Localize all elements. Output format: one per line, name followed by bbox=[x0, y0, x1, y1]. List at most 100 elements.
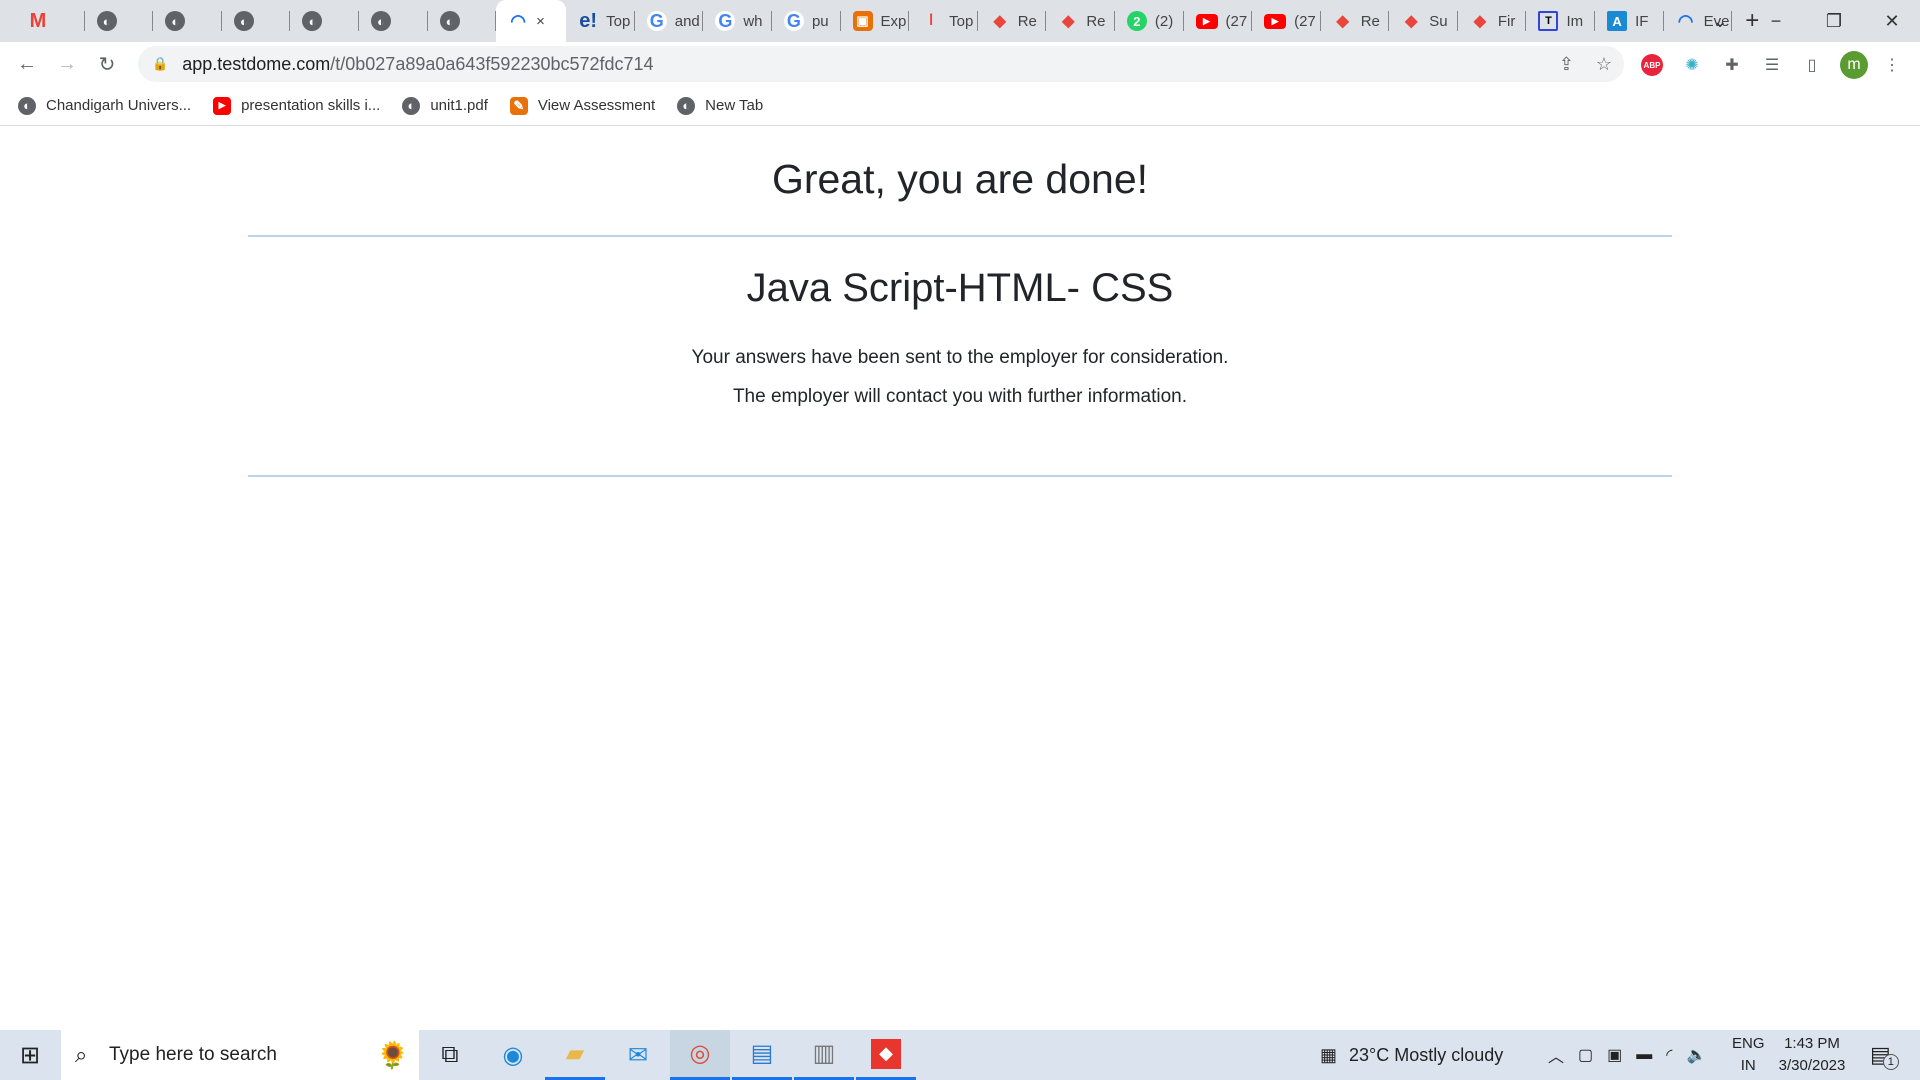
tab-title: (27 bbox=[1225, 12, 1248, 30]
tab[interactable]: Gwh bbox=[703, 0, 772, 42]
profile-avatar[interactable]: m bbox=[1840, 51, 1868, 79]
side-panel-icon[interactable]: ▯ bbox=[1800, 53, 1824, 77]
url-host: app.testdome.com bbox=[182, 53, 331, 74]
divider bbox=[248, 475, 1672, 477]
update-icon[interactable]: ▣ bbox=[1607, 1045, 1622, 1065]
tab[interactable]: T Im bbox=[1526, 0, 1595, 42]
address-bar[interactable]: 🔒 app.testdome.com/t/0b027a89a0a643f5922… bbox=[138, 46, 1624, 82]
chrome-icon[interactable]: ◎ bbox=[670, 1030, 730, 1080]
bookmark-item[interactable]: ▶ presentation skills i... bbox=[213, 96, 380, 115]
battery-icon[interactable]: ▬ bbox=[1636, 1046, 1652, 1064]
bookmark-item[interactable]: ◐ Chandigarh Univers... bbox=[18, 96, 191, 115]
divider bbox=[248, 235, 1672, 237]
tab[interactable]: ◐ bbox=[290, 0, 359, 42]
tab[interactable]: Gpu bbox=[772, 0, 841, 42]
anydesk-icon[interactable]: ◆ bbox=[856, 1030, 916, 1080]
tab[interactable]: M bbox=[16, 0, 85, 42]
tab[interactable]: ◐ bbox=[222, 0, 291, 42]
globe-icon: ◐ bbox=[96, 11, 117, 31]
bookmark-item[interactable]: ◐ unit1.pdf bbox=[402, 96, 488, 115]
google-icon: G bbox=[715, 11, 736, 31]
forward-button[interactable]: → bbox=[47, 53, 87, 76]
tab[interactable]: A IF bbox=[1595, 0, 1664, 42]
tab[interactable]: ◐ bbox=[85, 0, 154, 42]
message-line-2: The employer will contact you with furth… bbox=[732, 386, 1188, 407]
show-hidden-icons[interactable]: ︿ bbox=[1548, 1043, 1564, 1067]
media-control-icon[interactable]: ☰ bbox=[1760, 53, 1784, 77]
time: 1:43 PM bbox=[1784, 1035, 1840, 1052]
tab[interactable]: 2 (2) bbox=[1115, 0, 1184, 42]
minimize-button[interactable]: − bbox=[1748, 0, 1804, 42]
share-icon[interactable]: ⇪ bbox=[1559, 54, 1574, 75]
orange-icon: ▣ bbox=[852, 11, 873, 31]
task-view-icon[interactable]: ⧉ bbox=[420, 1030, 480, 1080]
letter-a-icon: A bbox=[1607, 11, 1628, 31]
tab-title: (2) bbox=[1154, 12, 1174, 30]
region-code: IN bbox=[1740, 1057, 1756, 1074]
edge-icon[interactable]: ◉ bbox=[483, 1030, 543, 1080]
system-tray: ︿ ▢ ▣ ▬ ◜ 🔈 bbox=[1548, 1030, 1706, 1080]
tab-close-button[interactable]: × bbox=[536, 13, 545, 30]
lang-code: ENG bbox=[1732, 1035, 1765, 1052]
tab[interactable]: ◆ Fir bbox=[1458, 0, 1527, 42]
tab[interactable]: ◐ bbox=[359, 0, 428, 42]
whatsapp-icon: 2 bbox=[1126, 11, 1147, 31]
adblock-icon[interactable]: ABP bbox=[1641, 54, 1663, 76]
reload-button[interactable]: ↻ bbox=[87, 52, 127, 77]
testdome-icon: ◠ bbox=[510, 10, 527, 31]
tab-title: Re bbox=[1017, 12, 1037, 30]
tab[interactable]: ◐ bbox=[153, 0, 222, 42]
camera-icon[interactable]: ▢ bbox=[1578, 1045, 1593, 1065]
extensions-puzzle-icon[interactable]: ✚ bbox=[1720, 53, 1744, 77]
app-icon[interactable]: ▤ bbox=[732, 1030, 792, 1080]
globe-icon: ◐ bbox=[165, 11, 186, 31]
back-button[interactable]: ← bbox=[7, 53, 47, 76]
taskbar-search[interactable]: ⌕ Type here to search 🌻 bbox=[61, 1030, 419, 1080]
tab[interactable]: ◆ Re bbox=[1321, 0, 1390, 42]
tab[interactable]: ◆ Re bbox=[978, 0, 1047, 42]
youtube-icon: ▶ bbox=[1195, 13, 1218, 29]
menu-kebab-icon[interactable]: ⋮ bbox=[1880, 53, 1904, 77]
notification-count: 1 bbox=[1882, 1054, 1899, 1070]
bookmark-item[interactable]: ◐ New Tab bbox=[677, 96, 763, 115]
globe-icon: ◐ bbox=[439, 11, 460, 31]
notification-center-icon[interactable]: ▤ 1 bbox=[1870, 1030, 1899, 1080]
page-title: Great, you are done! bbox=[771, 156, 1149, 202]
tab[interactable]: ▶ (27 bbox=[1184, 0, 1253, 42]
tab-title: Re bbox=[1086, 12, 1106, 30]
tab[interactable]: ◐ bbox=[428, 0, 497, 42]
tab-title: (27 bbox=[1294, 12, 1316, 30]
tab[interactable]: ◆ Re bbox=[1046, 0, 1115, 42]
windows-start-icon[interactable]: ⊞ bbox=[0, 1030, 60, 1080]
app-window-icon[interactable]: ▥ bbox=[794, 1030, 854, 1080]
close-window-button[interactable]: ✕ bbox=[1864, 0, 1920, 42]
ebay-icon: e! bbox=[579, 9, 598, 32]
bookmark-item[interactable]: ✎ View Assessment bbox=[509, 96, 655, 115]
bookmark-icon: ◐ bbox=[18, 96, 36, 115]
bookmark-icon: ◐ bbox=[402, 96, 421, 115]
wifi-icon[interactable]: ◜ bbox=[1666, 1045, 1672, 1065]
tab[interactable]: Gand bbox=[635, 0, 704, 42]
restore-button[interactable]: ❐ bbox=[1806, 0, 1862, 42]
tab-search-button[interactable]: ⌄ bbox=[1692, 0, 1748, 42]
volume-icon[interactable]: 🔈 bbox=[1686, 1045, 1706, 1065]
bookmark-star-icon[interactable]: ☆ bbox=[1596, 54, 1612, 75]
tab[interactable]: ◠ × bbox=[496, 0, 567, 42]
test-name: Java Script-HTML- CSS bbox=[746, 266, 1174, 310]
mail-icon[interactable]: ✉ bbox=[608, 1030, 668, 1080]
tab[interactable]: ▣ Exp bbox=[841, 0, 910, 42]
tab-title: IF bbox=[1635, 12, 1649, 30]
bookmark-icon: ◐ bbox=[677, 96, 696, 115]
language-indicator[interactable]: ENG IN bbox=[1732, 1030, 1765, 1080]
tab[interactable]: e! Top bbox=[566, 0, 635, 42]
tab[interactable]: ◆ Su bbox=[1389, 0, 1458, 42]
tab[interactable]: ǀ Top bbox=[909, 0, 978, 42]
tab[interactable]: ▶ (27 bbox=[1252, 0, 1321, 42]
tab-strip: M ◐ ◐ ◐ ◐ ◐ ◐ ◠ × e! Top Gand Gwh Gpu ▣ Exp ǀ Top ◆ Re ◆ Re 2(… bbox=[0, 0, 1920, 42]
tab-title: and bbox=[674, 12, 700, 30]
clock[interactable]: 1:43 PM 3/30/2023 bbox=[1776, 1030, 1848, 1080]
weather-widget[interactable]: ▦ 23°C Mostly cloudy bbox=[1320, 1030, 1503, 1080]
file-explorer-icon[interactable]: ▰ bbox=[545, 1030, 605, 1080]
bookmark-icon: ▶ bbox=[213, 96, 232, 115]
web-extension-icon[interactable]: ✺ bbox=[1680, 53, 1704, 77]
